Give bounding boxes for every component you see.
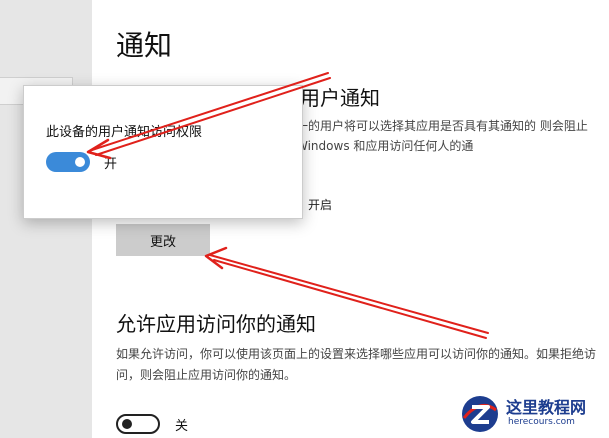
- toggle-knob: [75, 157, 85, 167]
- settings-sidebar: [0, 0, 92, 438]
- device-access-toggle[interactable]: [46, 152, 90, 172]
- app-access-description: 如果允许访问，你可以使用该页面上的设置来选择哪些应用可以访问你的通知。如果拒绝访…: [116, 347, 597, 382]
- popup-permission-label: 此设备的用户通知访问权限: [46, 125, 203, 140]
- device-access-toggle-label: 开: [104, 157, 118, 172]
- user-notifications-status: 开启: [308, 198, 333, 212]
- access-permission-popup: 此设备的用户通知访问权限 开: [23, 85, 303, 219]
- app-access-toggle[interactable]: [116, 414, 160, 434]
- page-title: 通知: [116, 29, 173, 62]
- watermark-logo-icon: [462, 396, 498, 432]
- app-access-title: 允许应用访问你的通知: [116, 312, 316, 336]
- watermark-url: herecours.com: [508, 417, 575, 427]
- change-button[interactable]: 更改: [116, 224, 210, 256]
- app-access-toggle-label: 关: [175, 419, 189, 434]
- watermark-title: 这里教程网: [506, 398, 587, 417]
- site-watermark-logo: 这里教程网 herecours.com: [460, 392, 605, 434]
- user-notifications-description: 一的用户将可以选择其应用是否具有其通知的 则会阻止 Windows 和应用访问任…: [296, 119, 588, 153]
- toggle-knob: [122, 419, 132, 429]
- user-notifications-title: 用户通知: [300, 86, 380, 110]
